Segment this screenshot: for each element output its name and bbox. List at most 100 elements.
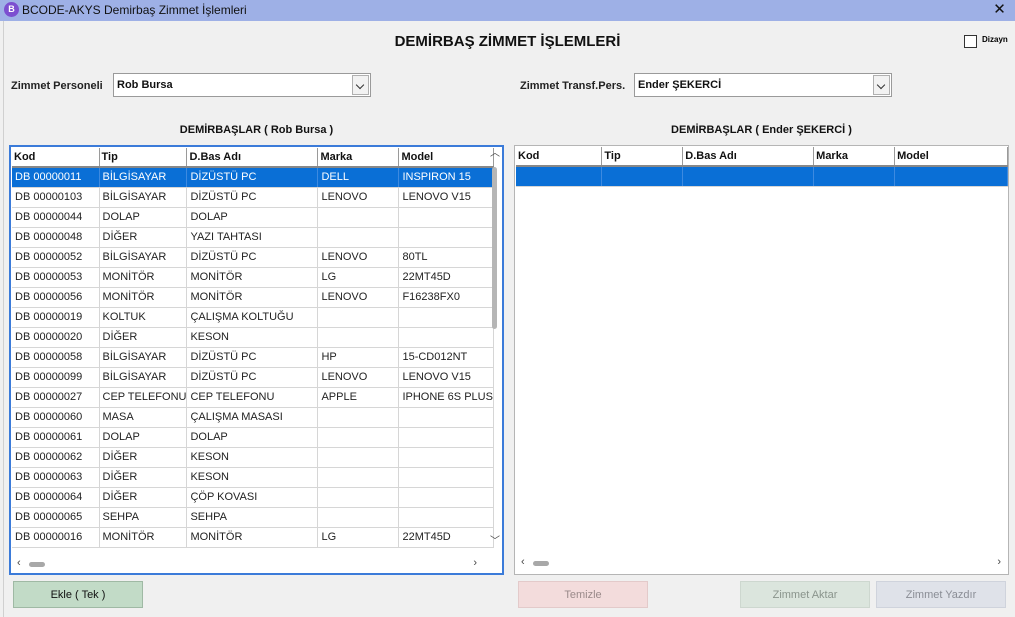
scroll-right-icon[interactable]: › <box>997 556 1001 568</box>
table-cell: DB 00000056 <box>12 287 100 308</box>
table-row[interactable]: DB 00000027 CEP TELEFONU CEP TELEFONU APPLE… <box>12 387 495 408</box>
dizayn-checkbox[interactable] <box>964 35 977 48</box>
table-cell: INSPIRON 15 <box>398 167 495 188</box>
ekle-tek-button[interactable]: Ekle ( Tek ) <box>13 581 143 608</box>
table-cell: KOLTUK <box>99 307 188 328</box>
column-header-model[interactable]: Model <box>894 147 1008 167</box>
table-cell: DB 00000103 <box>12 187 100 208</box>
table-row[interactable]: DB 00000060 MASA ÇALIŞMA MASASI <box>12 407 495 428</box>
table-cell <box>894 166 1008 187</box>
zimmet-yazdir-button[interactable]: Zimmet Yazdır <box>876 581 1006 608</box>
zimmet-aktar-button[interactable]: Zimmet Aktar <box>740 581 870 608</box>
table-cell: MONİTÖR <box>186 267 319 288</box>
table-cell <box>398 507 495 528</box>
table-cell: 15-CD012NT <box>398 347 495 368</box>
scroll-thumb[interactable] <box>492 167 497 329</box>
table-row[interactable]: DB 00000065 SEHPA SEHPA <box>12 507 495 528</box>
right-grid-caption: DEMİRBAŞLAR ( Ender ŞEKERCİ ) <box>671 124 852 136</box>
table-row[interactable]: DB 00000058 BİLGİSAYAR DİZÜSTÜ PC HP 15-CD01… <box>12 347 495 368</box>
table-row[interactable]: DB 00000062 DİĞER KESON <box>12 447 495 468</box>
table-cell: DB 00000011 <box>12 167 100 188</box>
table-cell <box>398 327 495 348</box>
column-header-tip[interactable]: Tip <box>99 148 188 168</box>
scroll-left-icon[interactable]: ‹ <box>521 556 525 568</box>
zimmet-transf-pers-select[interactable]: Ender ŞEKERCİ <box>634 73 892 97</box>
table-cell: KESON <box>186 467 319 488</box>
chevron-down-icon[interactable] <box>352 75 369 95</box>
table-cell: IPHONE 6S PLUS <box>398 387 495 408</box>
table-cell: DİĞER <box>99 327 188 348</box>
table-row[interactable]: DB 00000019 KOLTUK ÇALIŞMA KOLTUĞU <box>12 307 495 328</box>
scroll-down-icon[interactable]: ﹀ <box>489 537 501 549</box>
temizle-button[interactable]: Temizle <box>518 581 648 608</box>
scroll-right-icon[interactable]: › <box>473 557 477 569</box>
right-asset-table[interactable]: Kod Tip D.Bas Adı Marka Model <box>516 147 1008 187</box>
column-header-marka[interactable]: Marka <box>317 148 400 168</box>
column-header-kod[interactable]: Kod <box>516 147 603 167</box>
table-cell: BİLGİSAYAR <box>99 167 188 188</box>
scroll-thumb[interactable] <box>533 561 549 566</box>
table-row[interactable]: DB 00000056 MONİTÖR MONİTÖR LENOVO F16238FX0 <box>12 287 495 308</box>
table-cell: LENOVO <box>317 187 400 208</box>
table-row[interactable]: DB 00000103 BİLGİSAYAR DİZÜSTÜ PC LENOVO LEN… <box>12 187 495 208</box>
page-title: DEMİRBAŞ ZİMMET İŞLEMLERİ <box>394 33 621 50</box>
table-row[interactable]: DB 00000099 BİLGİSAYAR DİZÜSTÜ PC LENOVO LEN… <box>12 367 495 388</box>
right-horizontal-scrollbar[interactable]: ‹ › <box>517 556 1005 570</box>
table-cell: DOLAP <box>186 427 319 448</box>
table-cell <box>398 467 495 488</box>
table-cell: SEHPA <box>186 507 319 528</box>
table-cell <box>516 166 603 187</box>
table-row[interactable]: DB 00000011 BİLGİSAYAR DİZÜSTÜ PC DELL INSPI… <box>12 167 495 188</box>
left-asset-grid[interactable]: Kod Tip D.Bas Adı Marka Model DB 00000011 BİL… <box>9 145 504 575</box>
column-header-kod[interactable]: Kod <box>12 148 100 168</box>
table-cell: BİLGİSAYAR <box>99 247 188 268</box>
table-row[interactable]: DB 00000052 BİLGİSAYAR DİZÜSTÜ PC LENOVO 80T… <box>12 247 495 268</box>
column-header-model[interactable]: Model <box>398 148 495 168</box>
table-row[interactable] <box>516 166 1008 187</box>
table-row[interactable]: DB 00000063 DİĞER KESON <box>12 467 495 488</box>
table-cell <box>398 407 495 428</box>
left-vertical-scrollbar[interactable]: ︿ ﹀ <box>489 149 501 549</box>
close-button[interactable]: ✕ <box>984 0 1015 21</box>
left-asset-table[interactable]: Kod Tip D.Bas Adı Marka Model DB 00000011 BİL… <box>12 148 495 548</box>
table-row[interactable]: DB 00000053 MONİTÖR MONİTÖR LG 22MT45D <box>12 267 495 288</box>
table-cell: LENOVO V15 <box>398 187 495 208</box>
column-header-tip[interactable]: Tip <box>601 147 684 167</box>
table-cell: DB 00000062 <box>12 447 100 468</box>
table-cell <box>317 447 400 468</box>
table-cell <box>317 407 400 428</box>
table-cell: 22MT45D <box>398 527 495 548</box>
table-cell: DİĞER <box>99 467 188 488</box>
right-asset-grid[interactable]: Kod Tip D.Bas Adı Marka Model ‹ › <box>514 145 1009 575</box>
table-cell <box>398 427 495 448</box>
scroll-thumb[interactable] <box>29 562 45 567</box>
table-cell: DB 00000063 <box>12 467 100 488</box>
table-row[interactable]: DB 00000044 DOLAP DOLAP <box>12 207 495 228</box>
scroll-left-icon[interactable]: ‹ <box>17 557 21 569</box>
table-cell: DİZÜSTÜ PC <box>186 367 319 388</box>
table-cell: DB 00000016 <box>12 527 100 548</box>
table-cell: DB 00000099 <box>12 367 100 388</box>
table-cell <box>317 307 400 328</box>
table-cell: DB 00000020 <box>12 327 100 348</box>
table-row[interactable]: DB 00000016 MONİTÖR MONİTÖR LG 22MT45D <box>12 527 495 548</box>
table-row[interactable]: DB 00000048 DİĞER YAZI TAHTASI <box>12 227 495 248</box>
zimmet-transf-pers-value: Ender ŞEKERCİ <box>638 79 722 91</box>
column-header-d-bas-ad-[interactable]: D.Bas Adı <box>682 147 815 167</box>
scroll-up-icon[interactable]: ︿ <box>489 149 501 161</box>
table-cell: CEP TELEFONU <box>186 387 319 408</box>
table-row[interactable]: DB 00000064 DİĞER ÇÖP KOVASI <box>12 487 495 508</box>
chevron-down-icon[interactable] <box>873 75 890 95</box>
table-cell: DB 00000052 <box>12 247 100 268</box>
column-header-marka[interactable]: Marka <box>813 147 896 167</box>
table-cell: HP <box>317 347 400 368</box>
table-cell: DB 00000027 <box>12 387 100 408</box>
zimmet-personeli-select[interactable]: Rob Bursa <box>113 73 371 97</box>
table-cell: KESON <box>186 447 319 468</box>
table-row[interactable]: DB 00000020 DİĞER KESON <box>12 327 495 348</box>
left-horizontal-scrollbar[interactable]: ‹ › <box>13 557 481 571</box>
table-cell: MONİTÖR <box>186 287 319 308</box>
zimmet-personeli-label: Zimmet Personeli <box>11 80 103 92</box>
column-header-d-bas-ad-[interactable]: D.Bas Adı <box>186 148 319 168</box>
table-row[interactable]: DB 00000061 DOLAP DOLAP <box>12 427 495 448</box>
